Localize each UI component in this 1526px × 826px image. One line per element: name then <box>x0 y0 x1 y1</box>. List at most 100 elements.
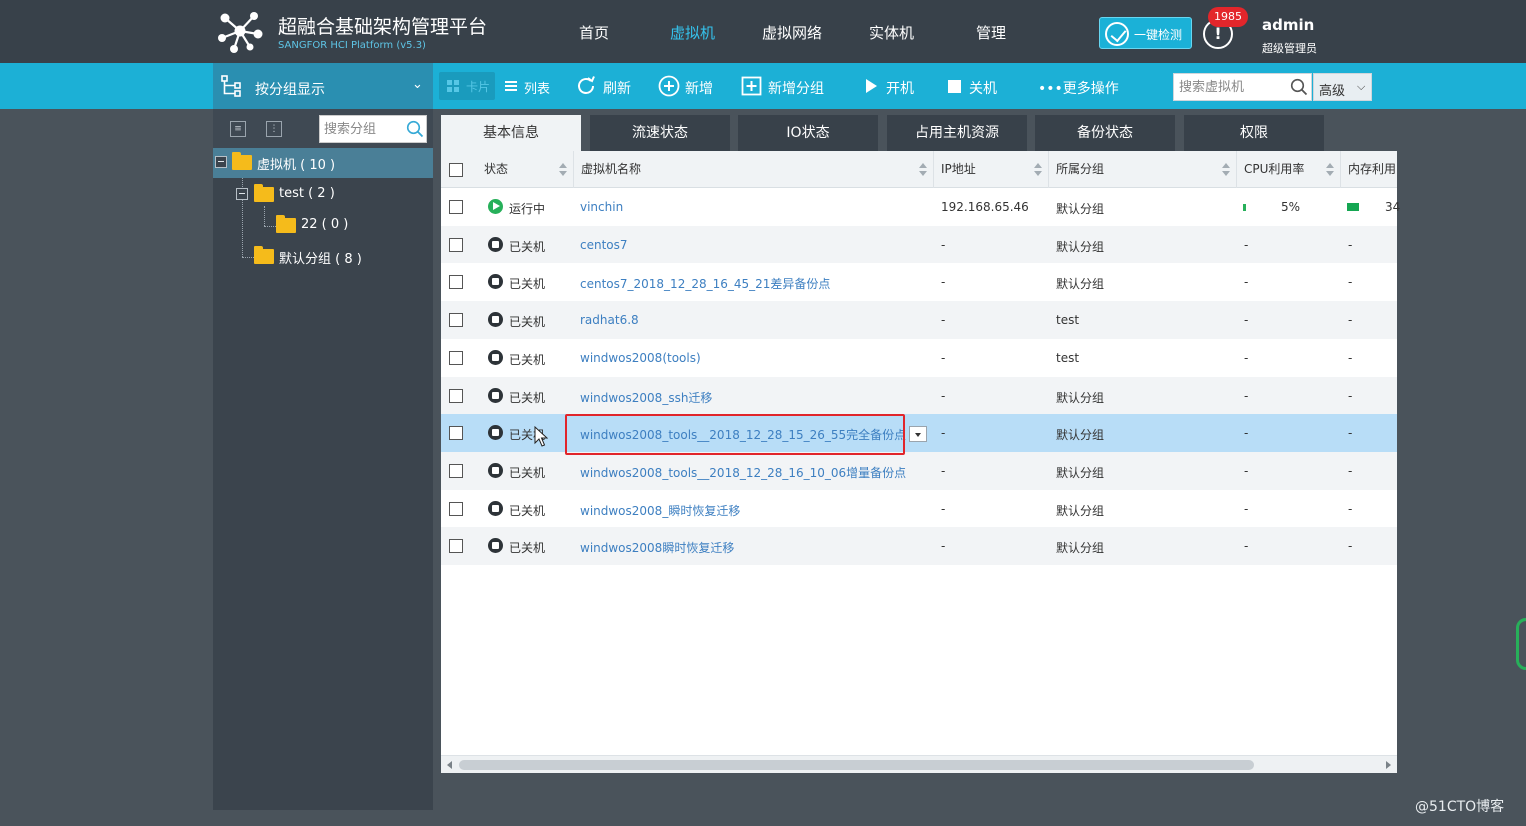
quick-check-button[interactable]: 一键检测 <box>1099 17 1192 49</box>
column-group[interactable]: 所属分组 <box>1049 151 1237 188</box>
tab-permissions[interactable]: 权限 <box>1184 115 1324 151</box>
column-name[interactable]: 虚拟机名称 <box>574 151 934 188</box>
power-off-button[interactable]: 关机 <box>945 70 1003 102</box>
vm-cpu: - <box>1244 275 1249 290</box>
advanced-search-button[interactable]: 高级 ⌵ <box>1313 73 1372 101</box>
tab-host-resources[interactable]: 占用主机资源 <box>887 115 1027 151</box>
vm-name-link[interactable]: windwos2008_tools__2018_12_28_16_10_06增量… <box>580 464 906 481</box>
vm-name-link[interactable]: radhat6.8 <box>580 313 639 327</box>
group-search-input[interactable] <box>320 116 402 142</box>
vm-name-link[interactable]: windwos2008_ssh迁移 <box>580 389 712 406</box>
add-group-button[interactable]: 新增分组 <box>741 70 831 102</box>
scroll-right-icon[interactable] <box>1386 761 1391 769</box>
column-mem[interactable]: 内存利用 <box>1341 151 1397 188</box>
column-status-label: 状态 <box>484 162 509 176</box>
tree-structure-icon <box>221 75 241 97</box>
search-icon[interactable] <box>406 120 424 138</box>
row-checkbox[interactable] <box>449 539 463 554</box>
list-view-button[interactable]: 列表 <box>497 72 557 100</box>
sangfor-logo-icon <box>218 12 263 53</box>
column-ip[interactable]: IP地址 <box>934 151 1049 188</box>
row-checkbox[interactable] <box>449 275 463 290</box>
nav-manage[interactable]: 管理 <box>976 22 1006 43</box>
vm-group: 默认分组 <box>1056 541 1105 556</box>
user-role: 超级管理员 <box>1262 42 1317 55</box>
expand-all-icon[interactable]: ≡ <box>230 121 246 137</box>
refresh-label: 刷新 <box>603 81 631 97</box>
table-row[interactable]: 已关机 windwos2008_tools__2018_12_28_16_10_0… <box>441 451 1397 490</box>
table-row[interactable]: 已关机 windwos2008(tools) - test - - <box>441 339 1397 377</box>
user-name[interactable]: admin <box>1262 16 1314 34</box>
table-row[interactable]: 已关机 windwos2008_ssh迁移 - 默认分组 - - <box>441 376 1397 415</box>
row-dropdown-icon[interactable] <box>909 426 927 442</box>
column-status[interactable]: 状态 <box>474 151 574 188</box>
refresh-button[interactable]: 刷新 <box>575 70 635 102</box>
list-icon <box>505 81 517 91</box>
vm-name-link[interactable]: vinchin <box>580 200 623 214</box>
vm-name-link[interactable]: centos7 <box>580 238 628 252</box>
row-checkbox[interactable] <box>449 200 463 214</box>
vm-name-link[interactable]: windwos2008(tools) <box>580 351 701 365</box>
vm-group: 默认分组 <box>1056 239 1105 254</box>
tab-io-status[interactable]: IO状态 <box>738 115 878 151</box>
nav-vm[interactable]: 虚拟机 <box>670 22 715 43</box>
card-view-button[interactable]: 卡片 <box>439 72 495 100</box>
tree-node-test[interactable]: test ( 2 ) <box>213 180 433 210</box>
tab-backup-status[interactable]: 备份状态 <box>1035 115 1175 151</box>
row-checkbox[interactable] <box>449 426 463 441</box>
tree-node-default-group[interactable]: 默认分组 ( 8 ) <box>213 242 433 272</box>
nav-virtual-network[interactable]: 虚拟网络 <box>762 22 822 43</box>
table-row[interactable]: 已关机 windwos2008_瞬时恢复迁移 - 默认分组 - - <box>441 490 1397 528</box>
tree-node-all-vms[interactable]: 虚拟机 ( 10 ) <box>213 148 433 178</box>
scroll-thumb[interactable] <box>459 760 1254 770</box>
scroll-left-icon[interactable] <box>447 761 452 769</box>
table-row[interactable]: 已关机 centos7_2018_12_28_16_45_21差异备份点 - 默认分组… <box>441 263 1397 301</box>
vm-ip: - <box>941 275 946 290</box>
highlight-annotation <box>565 414 905 455</box>
table-header: 状态 虚拟机名称 IP地址 所属分组 CPU利用率 内存利用 <box>441 151 1397 188</box>
vm-ip: - <box>941 350 946 365</box>
tab-flow-status[interactable]: 流速状态 <box>590 115 730 151</box>
row-checkbox[interactable] <box>449 350 463 365</box>
row-checkbox[interactable] <box>449 501 463 516</box>
horizontal-scrollbar[interactable] <box>441 755 1397 773</box>
group-display-select[interactable]: 按分组显示 ⌄ <box>213 63 433 109</box>
table-row[interactable]: 已关机 radhat6.8 - test - - <box>441 301 1397 339</box>
add-vm-button[interactable]: 新增 <box>658 70 718 102</box>
table-row[interactable]: 已关机 centos7 - 默认分组 - - <box>441 225 1397 264</box>
collapse-toggle-icon[interactable] <box>236 188 248 200</box>
table-row[interactable]: 已关机 windwos2008瞬时恢复迁移 - 默认分组 - - <box>441 527 1397 565</box>
row-checkbox[interactable] <box>449 237 463 252</box>
row-checkbox[interactable] <box>449 388 463 403</box>
vm-status: 运行中 <box>509 202 546 216</box>
collapse-all-icon[interactable]: ⋮ <box>266 121 282 137</box>
select-all-checkbox[interactable] <box>449 163 463 177</box>
vm-group: 默认分组 <box>1056 428 1105 443</box>
column-cpu[interactable]: CPU利用率 <box>1237 151 1341 188</box>
table-row[interactable]: 运行中 vinchin 192.168.65.46 默认分组 5% 34 <box>441 188 1400 226</box>
side-panel-handle[interactable] <box>1516 618 1526 670</box>
vm-name-link[interactable]: windwos2008_瞬时恢复迁移 <box>580 502 740 519</box>
collapse-toggle-icon[interactable] <box>215 156 227 168</box>
card-view-label: 卡片 <box>466 80 491 94</box>
vm-ip: - <box>941 463 946 478</box>
search-icon[interactable] <box>1290 78 1308 96</box>
tab-basic-info[interactable]: 基本信息 <box>441 115 581 151</box>
power-on-button[interactable]: 开机 <box>862 70 920 102</box>
vm-name-link[interactable]: centos7_2018_12_28_16_45_21差异备份点 <box>580 275 830 292</box>
column-name-label: 虚拟机名称 <box>581 162 642 176</box>
vm-name-link[interactable]: windwos2008瞬时恢复迁移 <box>580 539 734 556</box>
tree-node-22[interactable]: 22 ( 0 ) <box>213 211 433 241</box>
nav-physical-host[interactable]: 实体机 <box>869 22 914 43</box>
grid-icon <box>447 80 459 92</box>
more-actions-button[interactable]: •••更多操作 <box>1038 70 1128 102</box>
folder-icon <box>254 184 274 202</box>
row-checkbox[interactable] <box>449 313 463 328</box>
folder-icon <box>232 152 252 170</box>
stopped-status-icon <box>488 349 503 365</box>
vm-search-input[interactable] <box>1174 74 1286 100</box>
nav-home[interactable]: 首页 <box>579 22 609 43</box>
sort-icon <box>1222 163 1230 176</box>
vm-mem: - <box>1348 350 1353 365</box>
row-checkbox[interactable] <box>449 463 463 478</box>
